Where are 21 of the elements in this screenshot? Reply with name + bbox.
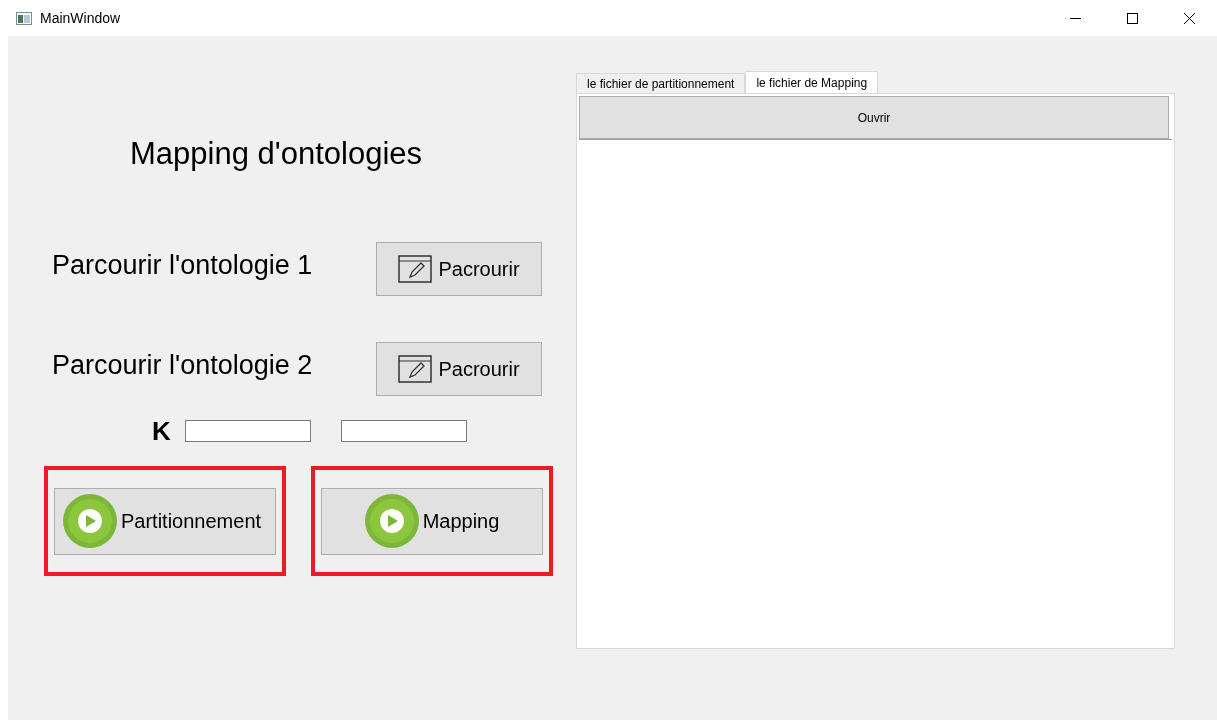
open-button[interactable]: Ouvrir (579, 96, 1169, 139)
app-icon (16, 11, 32, 25)
tab[interactable]: le fichier de Mapping (745, 71, 879, 93)
play-icon (63, 494, 117, 548)
window-title: MainWindow (40, 10, 121, 26)
close-icon[interactable] (1184, 12, 1195, 24)
browse-button[interactable]: Pacrourir (376, 342, 542, 396)
browse-button[interactable]: Pacrourir (376, 242, 542, 296)
browse-label: Parcourir l'ontologie 2 (52, 349, 314, 381)
run-button[interactable]: Partitionnement (54, 487, 276, 555)
edit-window-icon (398, 355, 433, 383)
play-icon (364, 494, 419, 548)
app-heading: Mapping d'ontologies (130, 136, 424, 173)
maximize-icon[interactable] (1127, 12, 1138, 24)
browse-label: Parcourir l'ontologie 1 (52, 249, 314, 281)
k-input-field[interactable] (185, 420, 311, 442)
run-button[interactable]: Mapping (321, 487, 543, 555)
tab[interactable]: le fichier de partitionnement (576, 73, 746, 93)
edit-window-icon (398, 255, 433, 283)
input-field[interactable] (341, 420, 467, 442)
k-label: K (152, 415, 172, 447)
